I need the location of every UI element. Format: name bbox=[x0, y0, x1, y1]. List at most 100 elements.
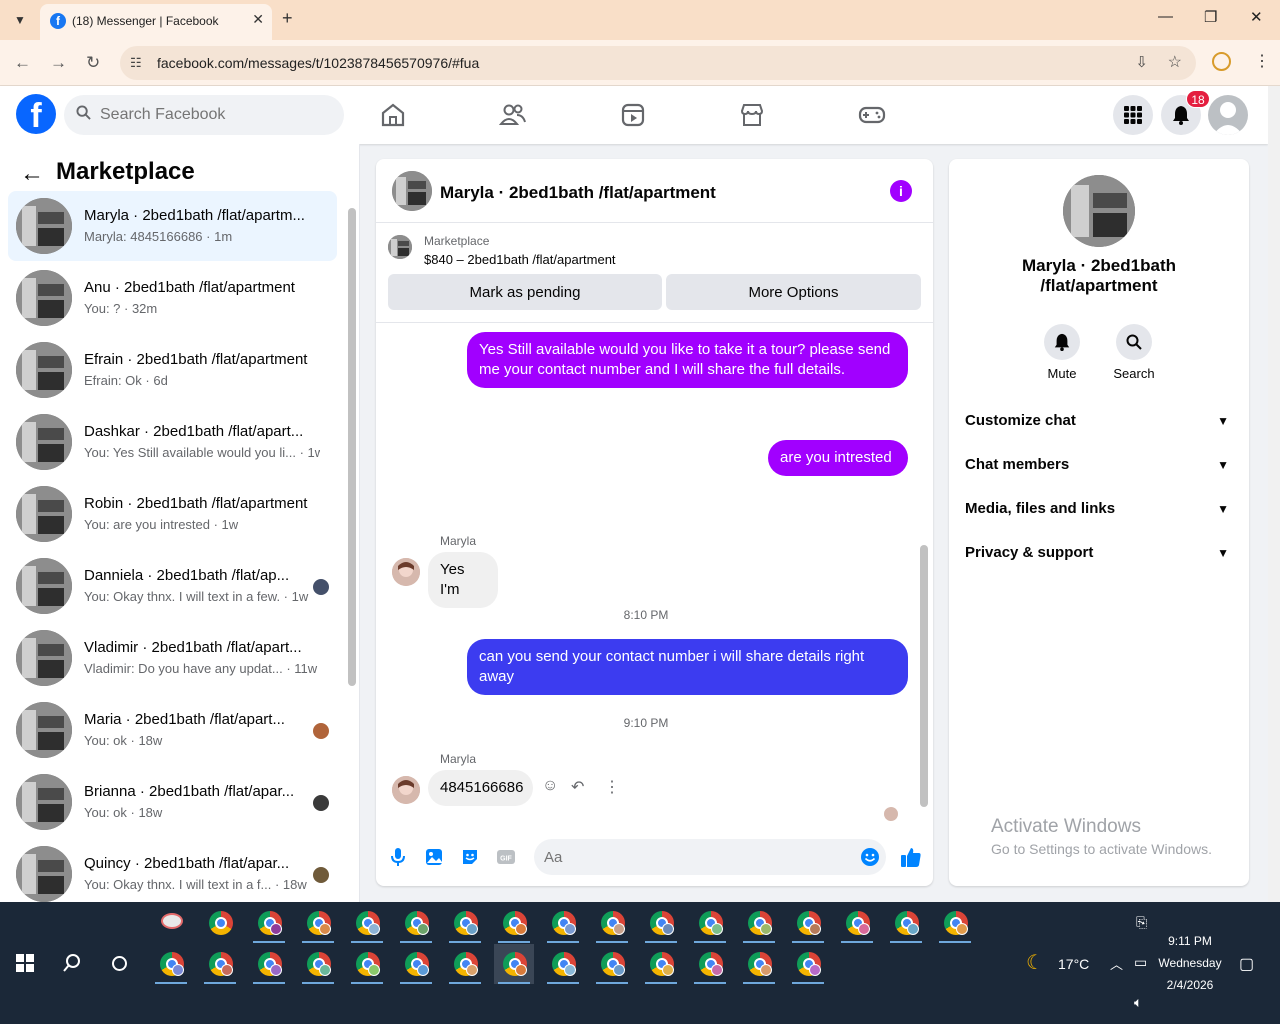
profile-avatar[interactable] bbox=[1063, 175, 1135, 247]
emoji-icon[interactable] bbox=[860, 847, 880, 867]
chrome-profile-taskbar-icon[interactable] bbox=[641, 903, 681, 943]
back-arrow-icon[interactable]: ← bbox=[20, 160, 44, 188]
chrome-profile-taskbar-icon[interactable] bbox=[837, 903, 877, 943]
sender-avatar[interactable] bbox=[392, 776, 420, 804]
outgoing-message[interactable]: Yes Still available would you like to ta… bbox=[467, 332, 908, 388]
chrome-profile-taskbar-icon[interactable] bbox=[445, 944, 485, 984]
restore-icon[interactable]: ❐ bbox=[1204, 8, 1217, 26]
cortana-icon[interactable] bbox=[112, 956, 127, 971]
mute-button[interactable]: Mute bbox=[1032, 324, 1092, 381]
chrome-profile-taskbar-icon[interactable] bbox=[886, 903, 926, 943]
search-input[interactable] bbox=[100, 95, 330, 135]
chat-scrollbar[interactable] bbox=[918, 323, 930, 821]
chrome-profile-taskbar-icon[interactable] bbox=[347, 903, 387, 943]
conversation-item[interactable]: Anu · 2bed1bath /flat/apartment You: ? ·… bbox=[8, 263, 337, 333]
address-bar[interactable]: ☷ facebook.com/messages/t/10238784565709… bbox=[120, 46, 1196, 80]
facebook-search[interactable] bbox=[64, 95, 344, 135]
browser-profile-icon[interactable] bbox=[1212, 52, 1231, 71]
back-icon[interactable]: ← bbox=[14, 53, 31, 73]
chrome-profile-taskbar-icon[interactable] bbox=[396, 944, 436, 984]
browser-menu-icon[interactable]: ⋮ bbox=[1254, 51, 1270, 71]
chrome-profile-taskbar-icon[interactable] bbox=[592, 903, 632, 943]
tablet-mode-icon[interactable]: ⎘ bbox=[1136, 914, 1147, 931]
moon-weather-icon[interactable]: ☾ bbox=[1026, 950, 1044, 975]
chrome-profile-taskbar-icon[interactable] bbox=[739, 903, 779, 943]
conversation-list-scrollbar[interactable] bbox=[344, 194, 359, 902]
incoming-message[interactable]: Yes I'm bbox=[428, 552, 498, 608]
chrome-profile-taskbar-icon[interactable] bbox=[543, 944, 583, 984]
listing-thumbnail[interactable] bbox=[388, 235, 412, 259]
marketplace-icon[interactable] bbox=[737, 100, 767, 130]
scrollbar-thumb[interactable] bbox=[920, 545, 928, 807]
photo-icon[interactable] bbox=[424, 847, 444, 867]
thumbs-up-icon[interactable] bbox=[900, 846, 922, 868]
customize-chat-row[interactable]: Customize chat ▼ bbox=[965, 412, 1233, 436]
outgoing-message[interactable]: can you send your contact number i will … bbox=[467, 639, 908, 695]
conversation-item[interactable]: Dashkar · 2bed1bath /flat/apart... You: … bbox=[8, 407, 337, 477]
conversation-item[interactable]: Robin · 2bed1bath /flat/apartment You: a… bbox=[8, 479, 337, 549]
chrome-profile-taskbar-icon[interactable] bbox=[788, 944, 828, 984]
clock-day[interactable]: Wednesday bbox=[1152, 956, 1228, 970]
sticker-icon[interactable] bbox=[460, 847, 480, 867]
search-conversation-button[interactable]: Search bbox=[1104, 324, 1164, 381]
network-icon[interactable]: ▭ bbox=[1134, 954, 1147, 971]
info-icon[interactable]: i bbox=[890, 180, 912, 202]
chrome-taskbar-icon[interactable] bbox=[200, 903, 240, 943]
chrome-profile-taskbar-icon[interactable] bbox=[690, 903, 730, 943]
gif-icon[interactable]: GIF bbox=[496, 847, 516, 867]
chrome-profile-taskbar-icon[interactable] bbox=[151, 944, 191, 984]
chat-members-row[interactable]: Chat members ▼ bbox=[965, 456, 1233, 480]
browser-tab-messenger[interactable]: f (18) Messenger | Facebook ✕ bbox=[40, 4, 272, 40]
chrome-profile-taskbar-icon[interactable] bbox=[298, 944, 338, 984]
windows-start-icon[interactable] bbox=[16, 954, 34, 972]
clock-date[interactable]: 2/4/2026 bbox=[1152, 978, 1228, 992]
clock-time[interactable]: 9:11 PM bbox=[1160, 934, 1220, 948]
close-tab-icon[interactable]: ✕ bbox=[252, 11, 264, 28]
listing-price[interactable]: $840 – 2bed1bath /flat/apartment bbox=[424, 252, 616, 267]
chrome-profile-taskbar-icon[interactable] bbox=[641, 944, 681, 984]
video-icon[interactable] bbox=[618, 100, 648, 130]
chrome-profile-taskbar-icon-active[interactable] bbox=[494, 944, 534, 984]
new-tab-icon[interactable]: + bbox=[282, 8, 293, 29]
chrome-profile-taskbar-icon[interactable] bbox=[200, 944, 240, 984]
account-avatar[interactable] bbox=[1208, 95, 1248, 135]
chrome-profile-taskbar-icon[interactable] bbox=[445, 903, 485, 943]
home-icon[interactable] bbox=[378, 100, 408, 130]
chrome-profile-taskbar-icon[interactable] bbox=[739, 944, 779, 984]
message-input[interactable] bbox=[544, 839, 844, 875]
reload-icon[interactable]: ↻ bbox=[86, 53, 100, 73]
facebook-logo-icon[interactable]: f bbox=[16, 94, 56, 135]
friends-icon[interactable] bbox=[498, 100, 528, 130]
chrome-profile-taskbar-icon[interactable] bbox=[543, 903, 583, 943]
conversation-item[interactable]: Vladimir · 2bed1bath /flat/apart... Vlad… bbox=[8, 623, 337, 693]
conversation-item[interactable]: Brianna · 2bed1bath /flat/apar... You: o… bbox=[8, 767, 337, 837]
forward-icon[interactable]: → bbox=[50, 53, 67, 73]
privacy-support-row[interactable]: Privacy & support ▼ bbox=[965, 544, 1233, 568]
chrome-profile-taskbar-icon[interactable] bbox=[396, 903, 436, 943]
chrome-profile-taskbar-icon[interactable] bbox=[494, 903, 534, 943]
chat-avatar[interactable] bbox=[392, 171, 432, 211]
incoming-message[interactable]: 4845166686 bbox=[428, 770, 533, 806]
taskbar-search-icon[interactable] bbox=[62, 953, 82, 973]
menu-grid-button[interactable] bbox=[1113, 95, 1153, 135]
volume-icon[interactable]: 🔈︎ bbox=[1134, 994, 1142, 1011]
page-scrollbar[interactable] bbox=[1268, 86, 1280, 902]
microphone-icon[interactable] bbox=[388, 847, 408, 867]
outgoing-message[interactable]: are you intrested bbox=[768, 440, 908, 476]
close-window-icon[interactable]: ✕ bbox=[1250, 8, 1263, 26]
notification-center-icon[interactable]: ▢ bbox=[1239, 954, 1254, 974]
react-icon[interactable]: ☺ bbox=[542, 777, 558, 795]
chrome-profile-taskbar-icon[interactable] bbox=[788, 903, 828, 943]
reply-icon[interactable]: ↶ bbox=[571, 777, 584, 797]
scrollbar-thumb[interactable] bbox=[348, 208, 356, 686]
tab-search-chevron-icon[interactable]: ▼ bbox=[8, 8, 32, 32]
install-app-icon[interactable]: ⇩ bbox=[1135, 53, 1148, 71]
chrome-profile-taskbar-icon[interactable] bbox=[690, 944, 730, 984]
sender-avatar[interactable] bbox=[392, 558, 420, 586]
chat-title[interactable]: Maryla · 2bed1bath /flat/apartment bbox=[440, 183, 716, 203]
chrome-profile-taskbar-icon[interactable] bbox=[249, 944, 289, 984]
site-info-icon[interactable]: ☷ bbox=[130, 55, 142, 71]
conversation-item[interactable]: Maria · 2bed1bath /flat/apart... You: ok… bbox=[8, 695, 337, 765]
conversation-item[interactable]: Quincy · 2bed1bath /flat/apar... You: Ok… bbox=[8, 839, 337, 902]
media-files-links-row[interactable]: Media, files and links ▼ bbox=[965, 500, 1233, 524]
